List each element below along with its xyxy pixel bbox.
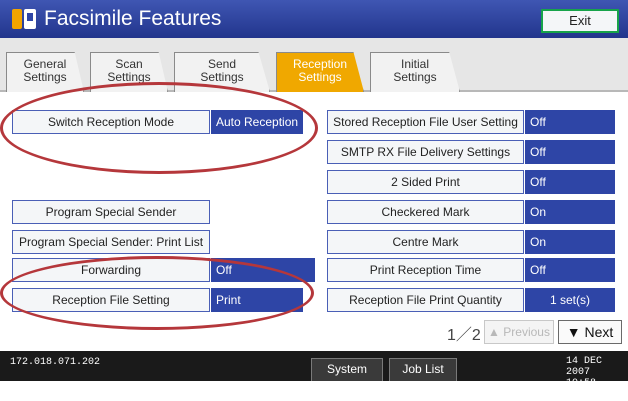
title-bar: Facsimile Features Exit [0,0,628,38]
checkered-mark-value: On [525,200,615,224]
reception-file-setting-button[interactable]: Reception File Setting [12,288,210,312]
program-special-sender-print-list-button[interactable]: Program Special Sender: Print List [12,230,210,254]
triangle-down-icon: ▼ [566,324,585,340]
centre-mark-value: On [525,230,615,254]
page-indicator: 1／2 [447,327,481,344]
tab-reception-settings[interactable]: Reception Settings [276,52,364,92]
tab-general-settings[interactable]: General Settings [6,52,84,92]
reception-file-print-quantity-button[interactable]: Reception File Print Quantity [327,288,524,312]
date-time: 14 DEC 2007 10:58 [566,356,628,389]
centre-mark-button[interactable]: Centre Mark [327,230,524,254]
job-list-button[interactable]: Job List [389,358,457,381]
next-button[interactable]: ▼ Next [558,320,622,344]
previous-label: Previous [503,325,550,339]
forwarding-button[interactable]: Forwarding [12,258,210,282]
stored-reception-file-user-setting-button[interactable]: Stored Reception File User Setting [327,110,524,134]
stored-reception-file-user-setting-value: Off [525,110,615,134]
exit-button[interactable]: Exit [541,9,619,33]
date-text: 14 DEC 2007 [566,356,603,378]
two-sided-print-value: Off [525,170,615,194]
two-sided-print-button[interactable]: 2 Sided Print [327,170,524,194]
print-reception-time-button[interactable]: Print Reception Time [327,258,524,282]
next-label: Next [584,324,614,340]
smtp-rx-file-delivery-settings-button[interactable]: SMTP RX File Delivery Settings [327,140,524,164]
switch-reception-mode-button[interactable]: Switch Reception Mode [12,110,210,134]
tab-scan-settings[interactable]: Scan Settings [90,52,168,92]
reception-file-print-quantity-value: 1 set(s) [525,288,615,312]
checkered-mark-button[interactable]: Checkered Mark [327,200,524,224]
status-bar: 172.018.071.202 System Status Job List 1… [0,351,628,397]
triangle-up-icon: ▲ [488,325,504,339]
ip-address: 172.018.071.202 [10,357,101,368]
tab-initial-settings[interactable]: Initial Settings [370,52,460,92]
print-reception-time-value: Off [525,258,615,282]
tab-bar: General Settings Scan Settings Send Sett… [0,38,628,92]
switch-reception-mode-value: Auto Reception [211,110,303,134]
system-status-button[interactable]: System Status [311,358,383,397]
smtp-rx-file-delivery-settings-value: Off [525,140,615,164]
time-text: 10:58 [566,378,597,389]
tab-send-settings[interactable]: Send Settings [174,52,270,92]
forwarding-value: Off [211,258,315,282]
page-title: Facsimile Features [44,7,222,30]
previous-button[interactable]: ▲ Previous [484,320,554,344]
reception-file-setting-value: Print [211,288,303,312]
program-special-sender-button[interactable]: Program Special Sender [12,200,210,224]
fax-features-icon [12,9,36,29]
